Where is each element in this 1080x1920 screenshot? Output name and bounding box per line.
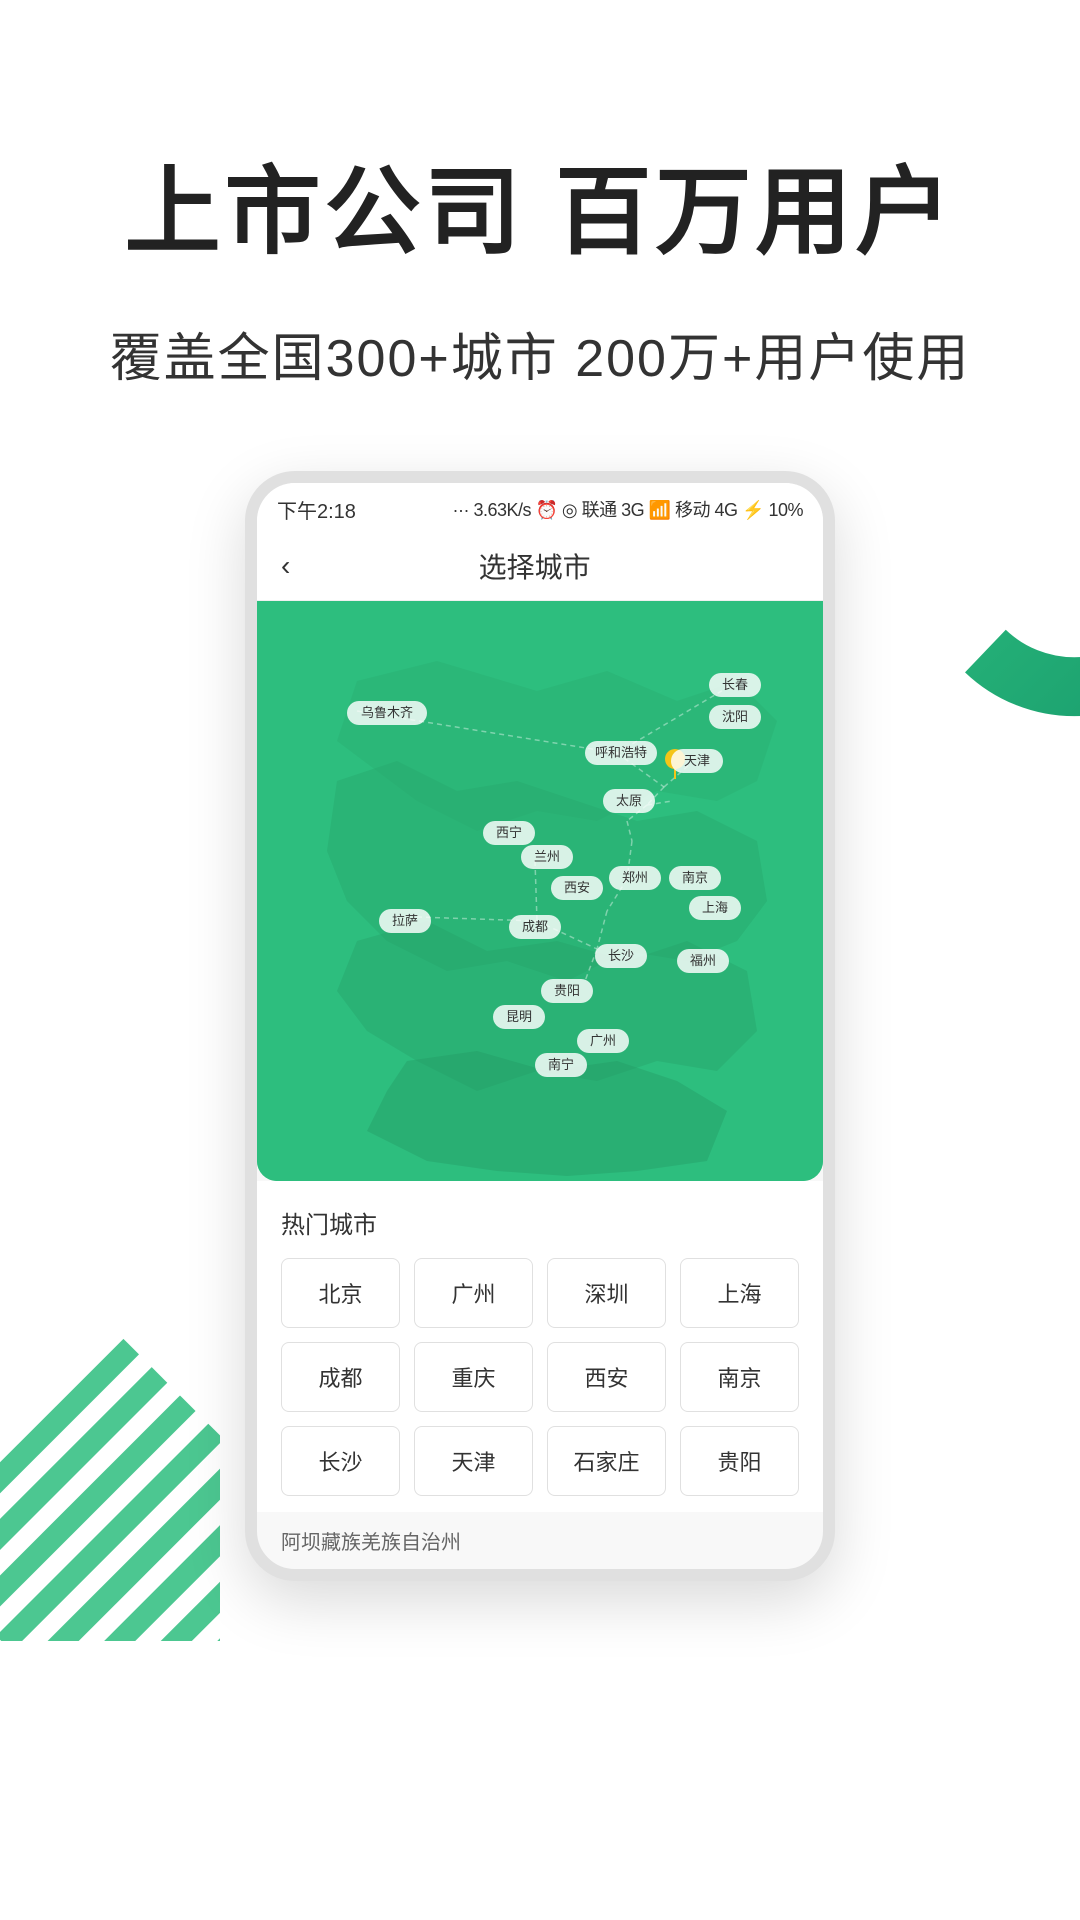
city-button[interactable]: 石家庄 xyxy=(547,1426,666,1496)
svg-text:拉萨: 拉萨 xyxy=(392,913,418,928)
city-button[interactable]: 重庆 xyxy=(414,1342,533,1412)
page-container: 上市公司 百万用户 覆盖全国300+城市 200万+用户使用 下午2:18 ··… xyxy=(0,0,1080,1920)
region-text: 阿坝藏族羌族自治州 xyxy=(257,1512,823,1569)
city-button[interactable]: 上海 xyxy=(680,1258,799,1328)
svg-text:太原: 太原 xyxy=(616,793,642,808)
svg-text:上海: 上海 xyxy=(702,900,728,915)
svg-text:呼和浩特: 呼和浩特 xyxy=(595,745,647,760)
status-time: 下午2:18 xyxy=(277,495,356,524)
svg-text:南宁: 南宁 xyxy=(548,1057,574,1072)
phone-frame: 下午2:18 ··· 3.63K/s ⏰ ◎ 联通 3G 📶 移动 4G ⚡ 1… xyxy=(245,471,835,1581)
city-button[interactable]: 南京 xyxy=(680,1342,799,1412)
city-button[interactable]: 深圳 xyxy=(547,1258,666,1328)
svg-text:沈阳: 沈阳 xyxy=(722,709,748,724)
hot-cities-title: 热门城市 xyxy=(281,1205,799,1240)
svg-text:天津: 天津 xyxy=(684,753,710,768)
svg-text:西安: 西安 xyxy=(564,880,590,895)
stripe-decoration xyxy=(0,1321,220,1641)
svg-text:乌鲁木齐: 乌鲁木齐 xyxy=(361,705,413,720)
hot-cities-section: 热门城市 北京广州深圳上海成都重庆西安南京长沙天津石家庄贵阳 xyxy=(257,1181,823,1512)
svg-text:福州: 福州 xyxy=(690,953,716,968)
city-button[interactable]: 北京 xyxy=(281,1258,400,1328)
svg-text:广州: 广州 xyxy=(590,1033,616,1048)
status-bar: 下午2:18 ··· 3.63K/s ⏰ ◎ 联通 3G 📶 移动 4G ⚡ 1… xyxy=(257,483,823,532)
svg-text:南京: 南京 xyxy=(682,870,708,885)
city-button[interactable]: 天津 xyxy=(414,1426,533,1496)
svg-text:成都: 成都 xyxy=(522,919,548,934)
svg-text:郑州: 郑州 xyxy=(622,870,648,885)
city-select-title: 选择城市 xyxy=(310,546,759,586)
cities-grid: 北京广州深圳上海成都重庆西安南京长沙天津石家庄贵阳 xyxy=(281,1258,799,1496)
svg-text:长春: 长春 xyxy=(722,677,748,692)
china-map: 乌鲁木齐 长春 沈阳 呼和浩特 xyxy=(257,601,823,1181)
status-network: ··· 3.63K/s ⏰ ◎ 联通 3G 📶 移动 4G ⚡ 10% xyxy=(452,496,803,522)
headline-title: 上市公司 百万用户 xyxy=(80,160,1000,266)
city-button[interactable]: 西安 xyxy=(547,1342,666,1412)
headline-section: 上市公司 百万用户 覆盖全国300+城市 200万+用户使用 xyxy=(0,0,1080,431)
headline-subtitle: 覆盖全国300+城市 200万+用户使用 xyxy=(80,316,1000,391)
svg-text:贵阳: 贵阳 xyxy=(554,983,580,998)
city-select-header: ‹ 选择城市 xyxy=(257,532,823,601)
svg-text:兰州: 兰州 xyxy=(534,849,560,864)
back-button[interactable]: ‹ xyxy=(281,550,290,582)
city-button[interactable]: 广州 xyxy=(414,1258,533,1328)
svg-text:昆明: 昆明 xyxy=(506,1009,532,1024)
city-button[interactable]: 长沙 xyxy=(281,1426,400,1496)
city-button[interactable]: 贵阳 xyxy=(680,1426,799,1496)
city-button[interactable]: 成都 xyxy=(281,1342,400,1412)
map-container[interactable]: 乌鲁木齐 长春 沈阳 呼和浩特 xyxy=(257,601,823,1181)
svg-text:长沙: 长沙 xyxy=(608,948,634,963)
svg-text:西宁: 西宁 xyxy=(496,825,522,840)
green-ring-decoration xyxy=(860,451,1080,751)
